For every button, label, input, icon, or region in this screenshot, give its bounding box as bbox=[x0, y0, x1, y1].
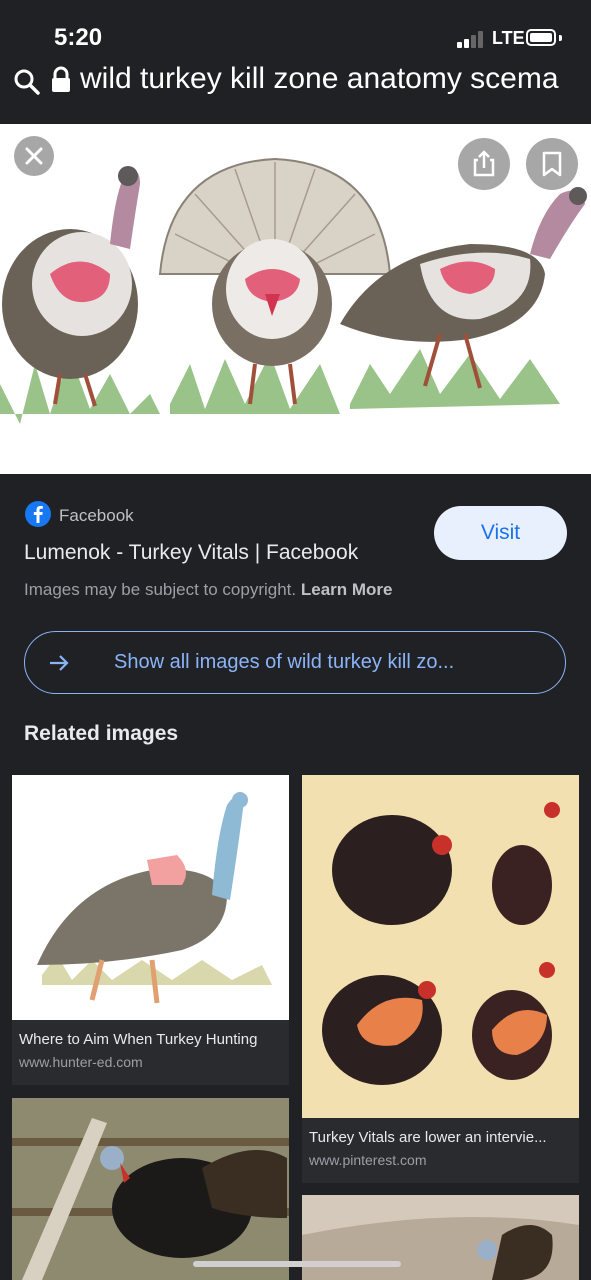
copyright-notice: Images may be subject to copyright. Lear… bbox=[24, 580, 393, 600]
close-icon bbox=[25, 147, 43, 165]
signal-icon bbox=[457, 30, 485, 48]
related-card-title: Turkey Vitals are lower an intervie... bbox=[309, 1129, 547, 1146]
related-image-thumbnail bbox=[12, 775, 289, 1020]
url-text[interactable]: wild turkey kill zone anatomy scema bbox=[80, 62, 559, 96]
home-indicator[interactable] bbox=[193, 1261, 401, 1267]
bookmark-icon bbox=[542, 151, 562, 177]
related-card-domain: www.hunter-ed.com bbox=[19, 1054, 143, 1070]
related-image-thumbnail bbox=[302, 1195, 579, 1280]
arrow-right-icon bbox=[50, 655, 69, 671]
related-image-card[interactable]: Where to Aim When Turkey Hunting www.hun… bbox=[12, 775, 289, 1085]
lock-icon bbox=[52, 66, 70, 92]
related-image-card[interactable] bbox=[302, 1195, 579, 1280]
result-title[interactable]: Lumenok - Turkey Vitals | Facebook bbox=[24, 541, 358, 565]
battery-icon bbox=[526, 29, 556, 46]
source-name: Facebook bbox=[59, 506, 134, 525]
related-image-thumbnail bbox=[302, 775, 579, 1118]
visit-button[interactable]: Visit bbox=[434, 506, 567, 560]
share-button[interactable] bbox=[458, 138, 510, 190]
share-icon bbox=[473, 150, 495, 177]
close-button[interactable] bbox=[14, 136, 54, 176]
related-image-card[interactable]: Turkey Vitals are lower an intervie... w… bbox=[302, 775, 579, 1183]
related-card-title: Where to Aim When Turkey Hunting bbox=[19, 1031, 258, 1048]
related-image-thumbnail bbox=[12, 1098, 289, 1280]
status-time: 5:20 bbox=[54, 24, 103, 51]
show-all-images-button[interactable]: Show all images of wild turkey kill zo..… bbox=[24, 631, 566, 694]
related-image-card[interactable] bbox=[12, 1098, 289, 1280]
bookmark-button[interactable] bbox=[526, 138, 578, 190]
network-label: LTE bbox=[492, 28, 525, 48]
status-bar: 5:20 LTE bbox=[0, 0, 591, 60]
copyright-text: Images may be subject to copyright. bbox=[24, 580, 297, 599]
battery-tip bbox=[559, 35, 562, 41]
related-card-domain: www.pinterest.com bbox=[309, 1152, 427, 1168]
learn-more-link[interactable]: Learn More bbox=[301, 580, 393, 599]
facebook-icon bbox=[25, 501, 51, 527]
show-all-label: Show all images of wild turkey kill zo..… bbox=[114, 651, 455, 673]
address-bar[interactable]: wild turkey kill zone anatomy scema bbox=[0, 60, 591, 120]
search-icon bbox=[14, 69, 40, 95]
related-images-heading: Related images bbox=[24, 722, 179, 745]
